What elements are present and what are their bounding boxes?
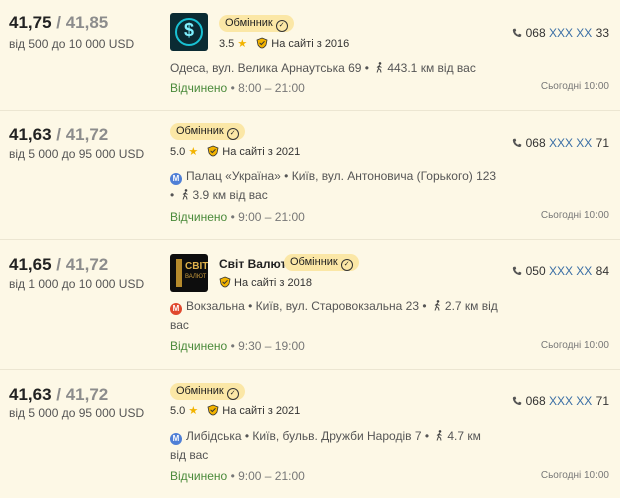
exchange-rate: 41,75 / 41,85 bbox=[9, 13, 109, 32]
star-icon: ★ bbox=[188, 405, 199, 417]
rating-value: 5.0 bbox=[170, 146, 186, 158]
update-time: Сьогодні 10:00 bbox=[540, 210, 609, 221]
metro-icon: M bbox=[170, 173, 182, 185]
working-hours: Відчинено • 9:00 – 21:00 bbox=[170, 469, 305, 483]
exchanger-type-badge: Обмінник ✓ bbox=[284, 254, 359, 271]
verified-check-icon: ✓ bbox=[226, 128, 239, 140]
buy-rate: 41,63 bbox=[9, 385, 52, 404]
exchanger-type-badge: Обмінник ✓ bbox=[219, 15, 294, 32]
exchanger-meta: 5.0 ★ На сайті з 2021 bbox=[170, 145, 300, 159]
walking-icon bbox=[434, 300, 440, 311]
phone-mask: XXX XX bbox=[548, 136, 593, 150]
phone-mask: XXX XX bbox=[548, 26, 593, 40]
phone-number[interactable]: 068 XXX XX 71 bbox=[512, 394, 609, 408]
shield-icon bbox=[256, 37, 268, 49]
since-label: На сайті з 2018 bbox=[234, 277, 312, 289]
walking-icon bbox=[376, 62, 383, 73]
phone-icon bbox=[512, 138, 521, 148]
rating-value: 5.0 bbox=[170, 405, 186, 417]
exchanger-logo[interactable]: $ bbox=[170, 13, 208, 51]
exchanger-meta: 3.5 ★ На сайті з 2016 bbox=[219, 37, 349, 51]
working-hours: Відчинено • 9:30 – 19:00 bbox=[170, 339, 305, 353]
phone-icon bbox=[512, 396, 521, 406]
open-status: Відчинено bbox=[170, 469, 228, 483]
exchanger-meta: На сайті з 2018 bbox=[213, 276, 312, 290]
buy-rate: 41,63 bbox=[9, 125, 52, 144]
since-label: На сайті з 2021 bbox=[222, 405, 301, 417]
update-time: Сьогодні 10:00 bbox=[540, 470, 609, 481]
address-text: Вокзальна • Київ, вул. Старовокзальна 23… bbox=[186, 299, 427, 313]
exchanger-type-badge: Обмінник ✓ bbox=[170, 383, 245, 400]
phone-icon bbox=[512, 266, 521, 276]
phone-mask: XXX XX bbox=[548, 264, 593, 278]
walking-icon bbox=[436, 430, 443, 441]
buy-rate: 41,75 bbox=[9, 13, 52, 32]
amount-range: від 5 000 до 95 000 USD bbox=[9, 406, 145, 420]
sell-rate: 41,72 bbox=[65, 385, 109, 404]
phone-mask: XXX XX bbox=[548, 394, 593, 408]
shield-icon bbox=[207, 145, 219, 157]
open-status: Відчинено bbox=[170, 339, 228, 353]
rating-value: 3.5 bbox=[219, 38, 235, 50]
sell-rate: 41,72 bbox=[65, 255, 109, 274]
shield-icon bbox=[219, 276, 231, 288]
star-icon: ★ bbox=[188, 146, 199, 158]
phone-number[interactable]: 050 XXX XX 84 bbox=[512, 264, 609, 278]
open-status: Відчинено bbox=[170, 81, 228, 95]
exchanger-type-badge: Обмінник ✓ bbox=[170, 123, 245, 140]
since-label: На сайті з 2016 bbox=[271, 38, 350, 50]
shield-icon bbox=[207, 404, 219, 416]
offer-card[interactable]: 41,63 / 41,72 від 5 000 до 95 000 USD Об… bbox=[0, 111, 620, 240]
address-line[interactable]: M Вокзальна • Київ, вул. Старовокзальна 2… bbox=[170, 297, 500, 335]
amount-range: від 5 000 до 95 000 USD bbox=[9, 147, 145, 161]
verified-check-icon: ✓ bbox=[226, 388, 239, 400]
metro-icon: M bbox=[170, 433, 182, 445]
verified-check-icon: ✓ bbox=[275, 20, 288, 32]
address-line[interactable]: Одеса, вул. Велика Арнаутська 69 • 443.1… bbox=[170, 59, 476, 78]
working-hours: Відчинено • 8:00 – 21:00 bbox=[170, 81, 305, 95]
offer-card[interactable]: 41,65 / 41,72 від 1 000 до 10 000 USD СВ… bbox=[0, 240, 620, 370]
metro-icon: M bbox=[170, 303, 182, 315]
exchange-rate: 41,65 / 41,72 bbox=[9, 255, 109, 274]
amount-range: від 500 до 10 000 USD bbox=[9, 37, 135, 51]
exchanger-meta: 5.0 ★ На сайті з 2021 bbox=[170, 404, 300, 418]
update-time: Сьогодні 10:00 bbox=[540, 340, 609, 351]
exchanger-logo[interactable]: СВІТ ВАЛЮТ bbox=[170, 254, 208, 292]
phone-icon bbox=[512, 28, 521, 38]
phone-number[interactable]: 068 XXX XX 33 bbox=[512, 26, 609, 40]
offer-card[interactable]: 41,63 / 41,72 від 5 000 до 95 000 USD Об… bbox=[0, 370, 620, 498]
since-label: На сайті з 2021 bbox=[222, 146, 301, 158]
exchange-rate: 41,63 / 41,72 bbox=[9, 125, 109, 144]
exchanger-name[interactable]: Світ Валют bbox=[219, 257, 286, 271]
update-time: Сьогодні 10:00 bbox=[540, 81, 609, 92]
walking-icon bbox=[182, 189, 188, 200]
sell-rate: 41,72 bbox=[65, 125, 109, 144]
address-text: Одеса, вул. Велика Арнаутська 69 • bbox=[170, 61, 369, 75]
address-text: Либідська • Київ, бульв. Дружби Народів … bbox=[186, 429, 430, 443]
working-hours: Відчинено • 9:00 – 21:00 bbox=[170, 210, 305, 224]
distance-text: 443.1 км від вас bbox=[387, 61, 476, 75]
star-icon: ★ bbox=[237, 38, 248, 50]
amount-range: від 1 000 до 10 000 USD bbox=[9, 277, 145, 291]
address-line[interactable]: M Палац «Україна» • Київ, вул. Антоновича… bbox=[170, 167, 500, 205]
sell-rate: 41,85 bbox=[65, 13, 109, 32]
buy-rate: 41,65 bbox=[9, 255, 52, 274]
offer-card[interactable]: 41,75 / 41,85 від 500 до 10 000 USD $ Об… bbox=[0, 0, 620, 111]
exchange-rate: 41,63 / 41,72 bbox=[9, 385, 109, 404]
verified-check-icon: ✓ bbox=[340, 259, 353, 271]
distance-text: 3.9 км від вас bbox=[192, 188, 268, 202]
address-line[interactable]: M Либідська • Київ, бульв. Дружби Народів… bbox=[170, 427, 500, 465]
phone-number[interactable]: 068 XXX XX 71 bbox=[512, 136, 609, 150]
open-status: Відчинено bbox=[170, 210, 228, 224]
